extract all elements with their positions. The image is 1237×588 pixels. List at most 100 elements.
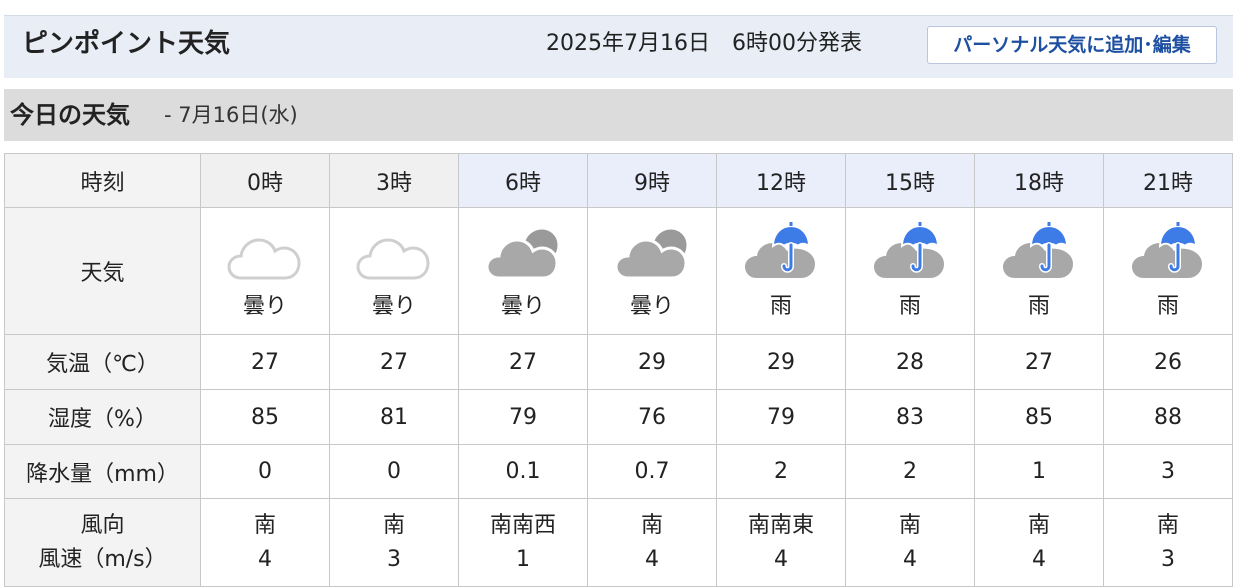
issued-timestamp: 2025年7月16日 6時00分発表 <box>546 31 862 56</box>
precipitation-cell: 2 <box>716 444 846 499</box>
weather-cell: 雨 <box>974 207 1104 335</box>
humidity-cell: 85 <box>974 389 1104 445</box>
precipitation-cell: 1 <box>974 444 1104 499</box>
temperature-cell: 29 <box>716 334 846 390</box>
precipitation-cell: 2 <box>845 444 975 499</box>
wind-direction-label: 風向 <box>80 512 125 538</box>
weather-cell: 雨 <box>845 207 975 335</box>
row-label-wind: 風向 風速（m/s） <box>4 498 201 587</box>
weather-text: 曇り <box>629 294 674 319</box>
row-label-precipitation: 降水量（mm） <box>4 444 201 499</box>
precipitation-cell: 0.1 <box>458 444 588 499</box>
rain-umbrella-icon <box>745 222 815 278</box>
row-label-weather: 天気 <box>4 207 201 335</box>
precipitation-cell: 0 <box>329 444 459 499</box>
weather-text: 曇り <box>371 294 416 319</box>
temperature-cell: 28 <box>845 334 975 390</box>
humidity-cell: 79 <box>716 389 846 445</box>
wind-speed: 4 <box>774 546 788 572</box>
weather-text: 雨 <box>769 294 792 319</box>
weather-cell: 曇り <box>329 207 459 335</box>
wind-cell: 南4 <box>845 498 975 587</box>
temperature-row: 気温（℃） 27 27 27 29 29 28 27 26 <box>4 334 1233 390</box>
weather-text: 雨 <box>1156 294 1179 319</box>
wind-direction: 南 <box>1027 512 1050 538</box>
cloud-outline-icon <box>227 238 301 280</box>
wind-cell: 南3 <box>1103 498 1233 587</box>
today-section-bar: 今日の天気 - 7月16日(水) <box>4 89 1233 141</box>
temperature-cell: 27 <box>458 334 588 390</box>
row-label-temperature: 気温（℃） <box>4 334 201 390</box>
humidity-cell: 88 <box>1103 389 1233 445</box>
temperature-cell: 27 <box>200 334 330 390</box>
humidity-cell: 81 <box>329 389 459 445</box>
wind-speed: 3 <box>387 546 401 572</box>
wind-direction: 南 <box>640 512 663 538</box>
temperature-cell: 27 <box>974 334 1104 390</box>
rain-umbrella-icon <box>874 222 944 278</box>
precipitation-cell: 0 <box>200 444 330 499</box>
wind-cell: 南4 <box>200 498 330 587</box>
humidity-cell: 83 <box>845 389 975 445</box>
add-personal-weather-button[interactable]: パーソナル天気に追加･編集 <box>927 26 1217 64</box>
wind-speed: 4 <box>645 546 659 572</box>
row-label-humidity: 湿度（%） <box>4 389 201 445</box>
wind-speed: 1 <box>516 546 530 572</box>
hourly-forecast-table: 時刻 0時 3時 6時 9時 12時 15時 18時 21時 天気 曇り 曇り 曇り 曇り雨雨雨雨 … <box>4 153 1233 587</box>
rain-umbrella-icon <box>1132 222 1202 278</box>
cloudy-icon <box>614 226 690 280</box>
hour-header: 0時 <box>200 153 330 208</box>
temperature-cell: 29 <box>587 334 717 390</box>
cloud-outline-icon <box>356 238 430 280</box>
humidity-cell: 79 <box>458 389 588 445</box>
wind-direction: 南 <box>1156 512 1179 538</box>
row-label-time: 時刻 <box>4 153 201 208</box>
weather-row: 天気 曇り 曇り 曇り 曇り 雨 雨 雨 雨 <box>4 207 1233 335</box>
page-header: ピンポイント天気 2025年7月16日 6時00分発表 パーソナル天気に追加･編… <box>4 15 1233 78</box>
weather-cell: 曇り <box>458 207 588 335</box>
weather-text: 曇り <box>242 294 287 319</box>
hour-header: 18時 <box>974 153 1104 208</box>
hour-header: 9時 <box>587 153 717 208</box>
temperature-cell: 26 <box>1103 334 1233 390</box>
cloudy-icon <box>485 226 561 280</box>
hour-header: 12時 <box>716 153 846 208</box>
wind-speed: 3 <box>1161 546 1175 572</box>
wind-cell: 南南西 1 <box>458 498 588 587</box>
wind-row: 風向 風速（m/s） 南 4 南 3 南南西 1 南 4 南南東 4 南 4 南 4 南 3 <box>4 498 1233 587</box>
wind-direction: 南南東 <box>747 512 814 538</box>
wind-direction: 南 <box>898 512 921 538</box>
hour-header: 15時 <box>845 153 975 208</box>
temperature-cell: 27 <box>329 334 459 390</box>
weather-cell: 曇り <box>200 207 330 335</box>
rain-umbrella-icon <box>1003 222 1073 278</box>
humidity-cell: 76 <box>587 389 717 445</box>
section-title: 今日の天気 <box>10 101 130 129</box>
weather-text: 雨 <box>1027 294 1050 319</box>
wind-cell: 南4 <box>587 498 717 587</box>
hour-header: 6時 <box>458 153 588 208</box>
wind-direction: 南 <box>253 512 276 538</box>
wind-cell: 南3 <box>329 498 459 587</box>
humidity-row: 湿度（%） 85 81 79 76 79 83 85 88 <box>4 389 1233 445</box>
wind-cell: 南4 <box>974 498 1104 587</box>
wind-speed: 4 <box>258 546 272 572</box>
wind-direction: 南 <box>382 512 405 538</box>
wind-speed: 4 <box>903 546 917 572</box>
page-title: ピンポイント天気 <box>22 29 231 59</box>
weather-text: 曇り <box>500 294 545 319</box>
wind-speed: 4 <box>1032 546 1046 572</box>
weather-text: 雨 <box>898 294 921 319</box>
weather-cell: 雨 <box>1103 207 1233 335</box>
section-date: - 7月16日(水) <box>164 103 298 127</box>
wind-speed-label: 風速（m/s） <box>38 546 167 572</box>
hour-header: 3時 <box>329 153 459 208</box>
hour-header: 21時 <box>1103 153 1233 208</box>
wind-cell: 南南東 4 <box>716 498 846 587</box>
weather-cell: 曇り <box>587 207 717 335</box>
time-row: 時刻 0時 3時 6時 9時 12時 15時 18時 21時 <box>4 153 1233 208</box>
wind-direction: 南南西 <box>489 512 556 538</box>
precipitation-cell: 0.7 <box>587 444 717 499</box>
precipitation-cell: 3 <box>1103 444 1233 499</box>
humidity-cell: 85 <box>200 389 330 445</box>
